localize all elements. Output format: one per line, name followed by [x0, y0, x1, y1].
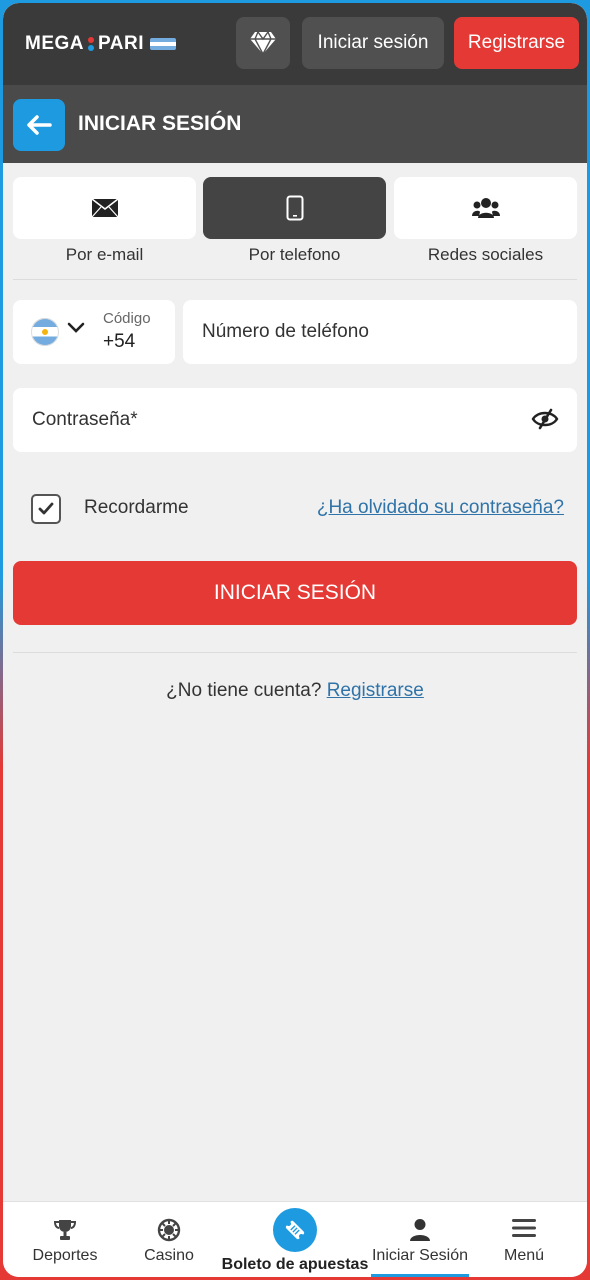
diamond-icon	[250, 31, 276, 55]
header-login-button[interactable]: Iniciar sesión	[302, 17, 444, 69]
logo-text-left: MEGA	[25, 33, 84, 54]
argentina-flag-icon	[31, 318, 59, 346]
tab-phone-label[interactable]: Por telefono	[203, 245, 386, 265]
nav-betslip[interactable]: Boleto de apuestas	[221, 1202, 369, 1277]
no-account-prompt: ¿No tiene cuenta? Registrarse	[3, 680, 587, 702]
users-group-icon	[471, 198, 500, 218]
nav-casino-label: Casino	[144, 1247, 194, 1264]
tab-social-label[interactable]: Redes sociales	[394, 245, 577, 265]
nav-sports-label: Deportes	[32, 1247, 98, 1264]
phone-number-placeholder: Número de teléfono	[202, 321, 369, 342]
back-button[interactable]	[13, 99, 65, 151]
hamburger-menu-icon	[512, 1219, 536, 1237]
page-header: INICIAR SESIÓN	[3, 85, 587, 163]
nav-login[interactable]: Iniciar Sesión	[369, 1202, 471, 1277]
code-label: Código	[103, 310, 151, 327]
divider	[13, 652, 577, 653]
header-register-button[interactable]: Registrarse	[454, 17, 579, 69]
tab-phone[interactable]	[203, 177, 386, 239]
arrow-left-icon	[27, 115, 52, 135]
checkmark-icon	[38, 502, 54, 515]
nav-menu[interactable]: Menú	[471, 1202, 577, 1277]
nav-active-indicator	[371, 1274, 469, 1277]
password-placeholder: Contraseña*	[32, 409, 138, 430]
ticket-icon	[285, 1220, 305, 1240]
betslip-circle	[273, 1208, 317, 1252]
mobile-phone-icon	[286, 195, 303, 221]
nav-menu-label: Menú	[503, 1247, 545, 1264]
user-icon	[410, 1219, 430, 1241]
code-value: +54	[103, 331, 136, 352]
bottom-navigation: Deportes Casino Boleto de apuestas Inici…	[3, 1201, 587, 1277]
tab-email-label[interactable]: Por e-mail	[13, 245, 196, 265]
remember-checkbox[interactable]	[31, 494, 61, 524]
password-input[interactable]: Contraseña*	[13, 388, 577, 452]
register-link[interactable]: Registrarse	[327, 680, 424, 701]
nav-casino[interactable]: Casino	[117, 1202, 221, 1277]
nav-sports[interactable]: Deportes	[13, 1202, 117, 1277]
envelope-icon	[91, 198, 118, 218]
login-submit-button[interactable]: INICIAR SESIÓN	[13, 561, 577, 625]
app-frame: MEGA PARI Iniciar sesión Registrarse INI…	[3, 3, 587, 1277]
divider	[13, 279, 577, 280]
forgot-password-link[interactable]: ¿Ha olvidado su contraseña?	[317, 497, 564, 519]
megapari-logo[interactable]: MEGA PARI	[25, 33, 176, 55]
logo-text-right: PARI	[98, 33, 144, 54]
tab-email[interactable]	[13, 177, 196, 239]
nav-login-label: Iniciar Sesión	[371, 1247, 469, 1264]
phone-number-input[interactable]: Número de teléfono	[183, 300, 577, 364]
remember-label[interactable]: Recordarme	[84, 497, 189, 519]
argentina-flag-icon	[149, 38, 176, 50]
logo-dots-icon	[87, 37, 95, 51]
chevron-down-icon	[67, 322, 85, 333]
casino-chip-icon	[157, 1218, 181, 1242]
tab-social[interactable]	[394, 177, 577, 239]
vip-diamond-button[interactable]	[236, 17, 290, 69]
nav-betslip-label: Boleto de apuestas	[221, 1256, 369, 1273]
eye-slash-icon[interactable]	[531, 408, 559, 430]
no-account-text: ¿No tiene cuenta?	[166, 680, 322, 701]
country-code-select[interactable]: Código +54	[13, 300, 175, 364]
top-header: MEGA PARI Iniciar sesión Registrarse	[3, 3, 587, 85]
page-title: INICIAR SESIÓN	[78, 112, 242, 135]
trophy-icon	[53, 1220, 77, 1240]
